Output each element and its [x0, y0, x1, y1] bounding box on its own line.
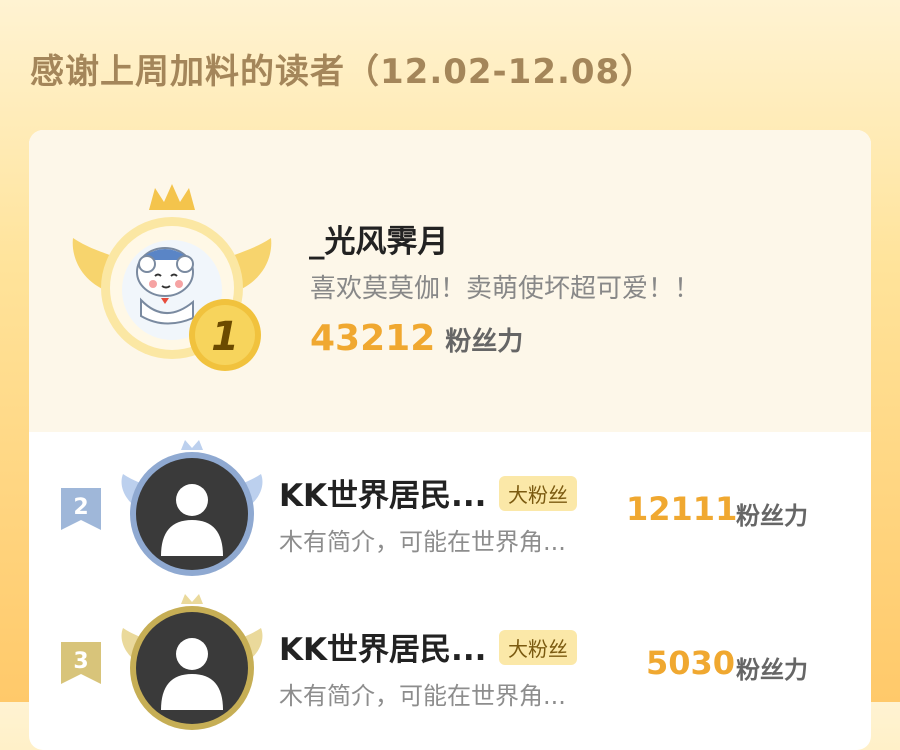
rank-medal-icon: 1 [189, 299, 261, 371]
champion-name[interactable]: _光风霁月 [309, 216, 449, 261]
champion-avatar-badge[interactable]: 1 [69, 180, 275, 380]
champion-score: 43212 [310, 318, 436, 359]
rank-ribbon-icon: 3 [61, 642, 101, 684]
champion-score-unit: 粉丝力 [445, 327, 524, 357]
list-item[interactable]: 2 KK世界居民... 大粉丝 木有简介，可能在世界角... 12111 粉丝力 [29, 432, 871, 582]
row-name[interactable]: KK世界居民... [279, 624, 486, 669]
row-bio: 木有简介，可能在世界角... [279, 528, 566, 556]
row-score-unit: 粉丝力 [736, 656, 808, 684]
fan-level-badge: 大粉丝 [499, 476, 577, 511]
fan-level-badge: 大粉丝 [499, 630, 577, 665]
row-score-unit: 粉丝力 [736, 502, 808, 530]
list-item[interactable]: 3 KK世界居民... 大粉丝 木有简介，可能在世界角... 5030 粉丝力 [29, 586, 871, 736]
champion-section[interactable]: 1 _光风霁月 喜欢莫莫伽！卖萌使坏超可爱！！ 43212 粉丝力 [29, 130, 871, 432]
rank-ribbon-icon: 2 [61, 488, 101, 530]
row-score: 5030 [646, 644, 736, 682]
avatar[interactable] [117, 440, 267, 580]
row-score: 12111 [626, 490, 738, 528]
rank-number: 2 [73, 495, 88, 520]
champion-bio: 喜欢莫莫伽！卖萌使坏超可爱！！ [310, 274, 701, 304]
row-name[interactable]: KK世界居民... [279, 470, 486, 515]
row-bio: 木有简介，可能在世界角... [279, 682, 566, 710]
avatar[interactable] [117, 594, 267, 734]
crown-icon [149, 184, 195, 210]
champion-score-row: 43212 粉丝力 [310, 318, 523, 359]
leaderboard-card: 1 _光风霁月 喜欢莫莫伽！卖萌使坏超可爱！！ 43212 粉丝力 2 KK世界… [29, 130, 871, 750]
page-title: 感谢上周加料的读者（12.02-12.08） [30, 52, 656, 92]
rank-number: 1 [211, 314, 239, 360]
rank-number: 3 [73, 649, 88, 674]
